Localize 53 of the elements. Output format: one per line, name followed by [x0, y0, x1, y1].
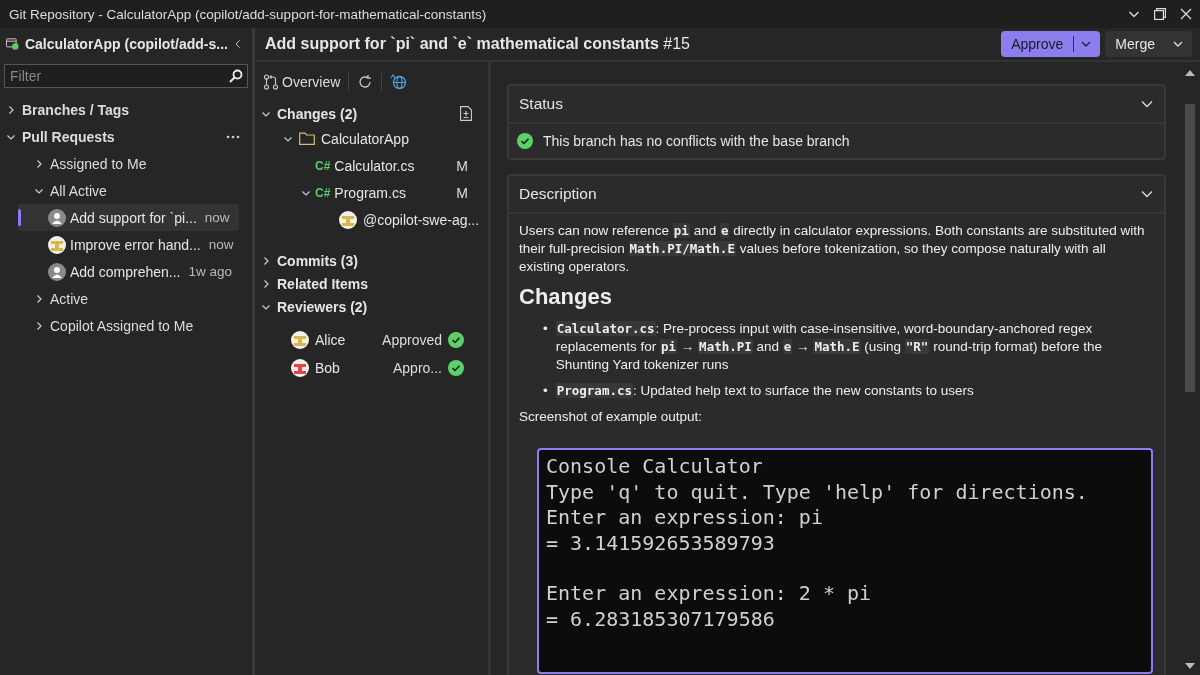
pull-request-title: Add comprehen...: [70, 263, 181, 280]
console-line: Enter an expression: 2 * pi: [546, 581, 873, 607]
review-status: Approved: [382, 332, 442, 348]
pull-request-title: Add support for `pi` and `e` mathematical constants #15: [265, 35, 691, 53]
file-type-label: C#: [315, 158, 331, 173]
pull-request-title: Improve error hand...: [70, 236, 201, 253]
section-header[interactable]: Related Items: [277, 275, 369, 292]
section-header[interactable]: Reviewers (2): [277, 298, 368, 315]
file-name[interactable]: Program.cs: [334, 184, 406, 201]
console-line: = 3.141592653589793: [546, 530, 776, 556]
bullet-marker: •: [543, 382, 548, 400]
card-title: Status: [519, 95, 564, 113]
description-paragraph: Users can now reference pi and e directly in calculator expressions. Both constants are substituted with their full-precision Math.PI/Math.E values before tokenization, so they compose naturally with all existing operators.: [519, 222, 1146, 276]
pull-request-time: now: [208, 237, 234, 252]
bullet-item: Program.cs: Updated help text to surface the new constants to users: [555, 382, 974, 400]
review-status: Appro...: [392, 360, 442, 376]
pull-request-time: now: [204, 210, 230, 225]
tree-item[interactable]: Active: [50, 290, 89, 307]
file-status: M: [456, 157, 468, 174]
section-header[interactable]: Commits (3): [277, 252, 358, 269]
pull-request-item[interactable]: Add comprehen... 1w ago: [18, 258, 239, 285]
status-message: This branch has no conflicts with the base branch: [543, 133, 850, 149]
console-line: Type 'q' to quit. Type 'help' for directions.: [546, 479, 1089, 505]
tree-item[interactable]: Pull Requests: [22, 128, 115, 145]
tree-item[interactable]: Copilot Assigned to Me: [50, 317, 194, 334]
tree-item[interactable]: Assigned to Me: [50, 155, 147, 172]
tree-item[interactable]: All Active: [50, 182, 107, 199]
file-name[interactable]: Calculator.cs: [334, 157, 415, 174]
reviewer-name: Bob: [315, 360, 340, 376]
console-line: Enter an expression: pi: [546, 505, 824, 531]
file-type-label: C#: [315, 185, 331, 200]
window-title: Git Repository - CalculatorApp (copilot/add-support-for-mathematical-constants): [9, 6, 488, 22]
split-button[interactable]: Merge: [1105, 31, 1192, 57]
split-button[interactable]: Approve: [1001, 31, 1101, 57]
pull-request-item[interactable]: Add support for `pi... now: [18, 204, 239, 231]
filter-field[interactable]: Filter: [4, 64, 248, 88]
bullet-item: Calculator.cs: Pre-process input with case-insensitive, word-boundary-anchored regex replacements for pi → Math.PI and e → Math.E (using "R" round-trip format) before the Shunting Yard tokenizer runs: [555, 320, 1103, 374]
pull-request-time: 1w ago: [188, 264, 233, 279]
console-line: Console Calculator: [546, 454, 764, 480]
overview-tab[interactable]: Overview: [263, 74, 341, 90]
card-title: Description: [519, 185, 598, 203]
pull-request-item[interactable]: Improve error hand... now: [18, 231, 239, 258]
file-status: M: [456, 184, 468, 201]
repository-name: CalculatorApp (copilot/add-s...: [24, 36, 228, 52]
caption: Screenshot of example output:: [519, 408, 704, 426]
reviewer-name: Alice: [315, 332, 346, 348]
tree-item[interactable]: Branches / Tags: [22, 101, 130, 118]
bullet-marker: •: [543, 320, 548, 338]
folder-name[interactable]: CalculatorApp: [321, 130, 409, 147]
comment-author[interactable]: @copilot-swe-ag...: [363, 211, 480, 228]
pull-request-title: Add support for `pi...: [70, 209, 197, 226]
section-header[interactable]: Changes (2): [277, 105, 358, 122]
console-line: = 6.283185307179586: [546, 606, 776, 632]
